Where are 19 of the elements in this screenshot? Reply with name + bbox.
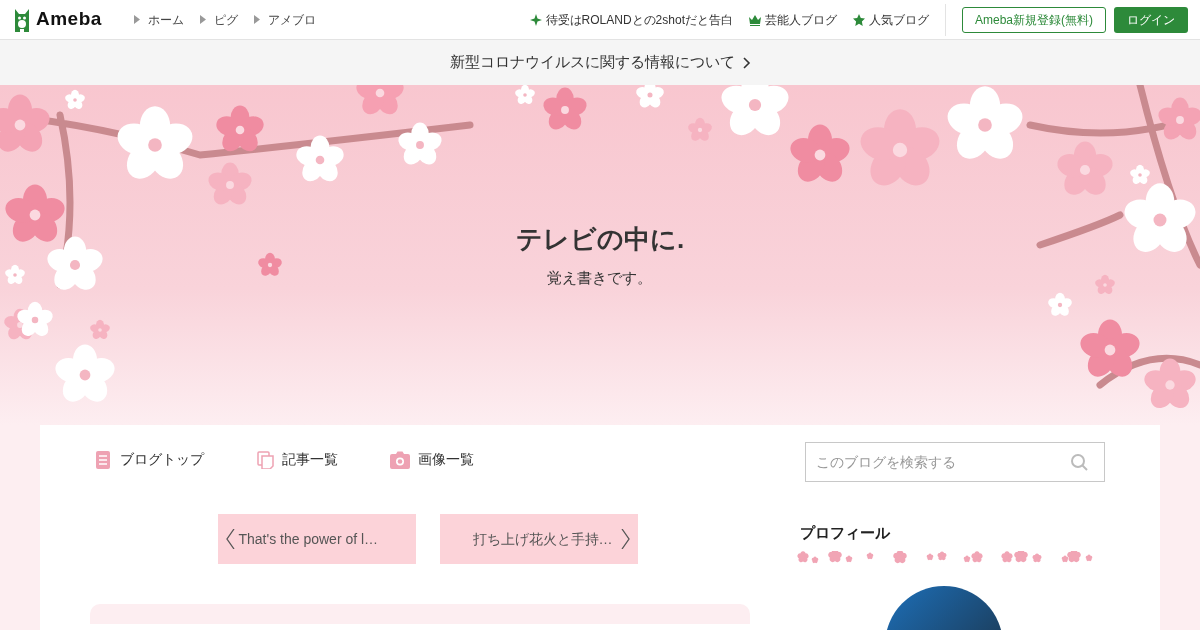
header-link[interactable]: 人気ブログ — [869, 10, 929, 29]
blog-nav-link[interactable]: 記事一覧 — [282, 449, 338, 470]
header-link[interactable]: 芸能人ブログ — [765, 10, 837, 29]
nav-link[interactable]: アメブロ — [267, 10, 316, 29]
blog-title: テレビの中に. — [515, 223, 685, 257]
next-post-button[interactable]: 打ち上げ花火と手持… — [439, 514, 638, 564]
previous-post-button[interactable]: That's the power of l… — [217, 514, 416, 564]
nav-link[interactable]: ホーム — [147, 10, 184, 29]
login-button[interactable]: ログイン — [1114, 6, 1188, 33]
notice-link[interactable]: 新型コロナウイルスに関する情報について — [449, 51, 735, 74]
nav-link[interactable]: ピグ — [213, 10, 238, 29]
header-link[interactable]: 待受はROLANDとの2shotだと告白 — [545, 10, 733, 29]
register-button[interactable]: Ameba新規登録(無料) — [962, 6, 1106, 33]
blog-subtitle: 覚え書きです。 — [547, 268, 653, 289]
blog-nav-link[interactable]: ブログトップ — [120, 449, 204, 470]
search-field[interactable]: このブログを検索する — [805, 442, 1105, 482]
blog-nav-link[interactable]: 画像一覧 — [418, 449, 474, 470]
sidebar-heading: プロフィール — [800, 523, 891, 543]
ameba-logo[interactable]: Ameba — [12, 5, 102, 34]
